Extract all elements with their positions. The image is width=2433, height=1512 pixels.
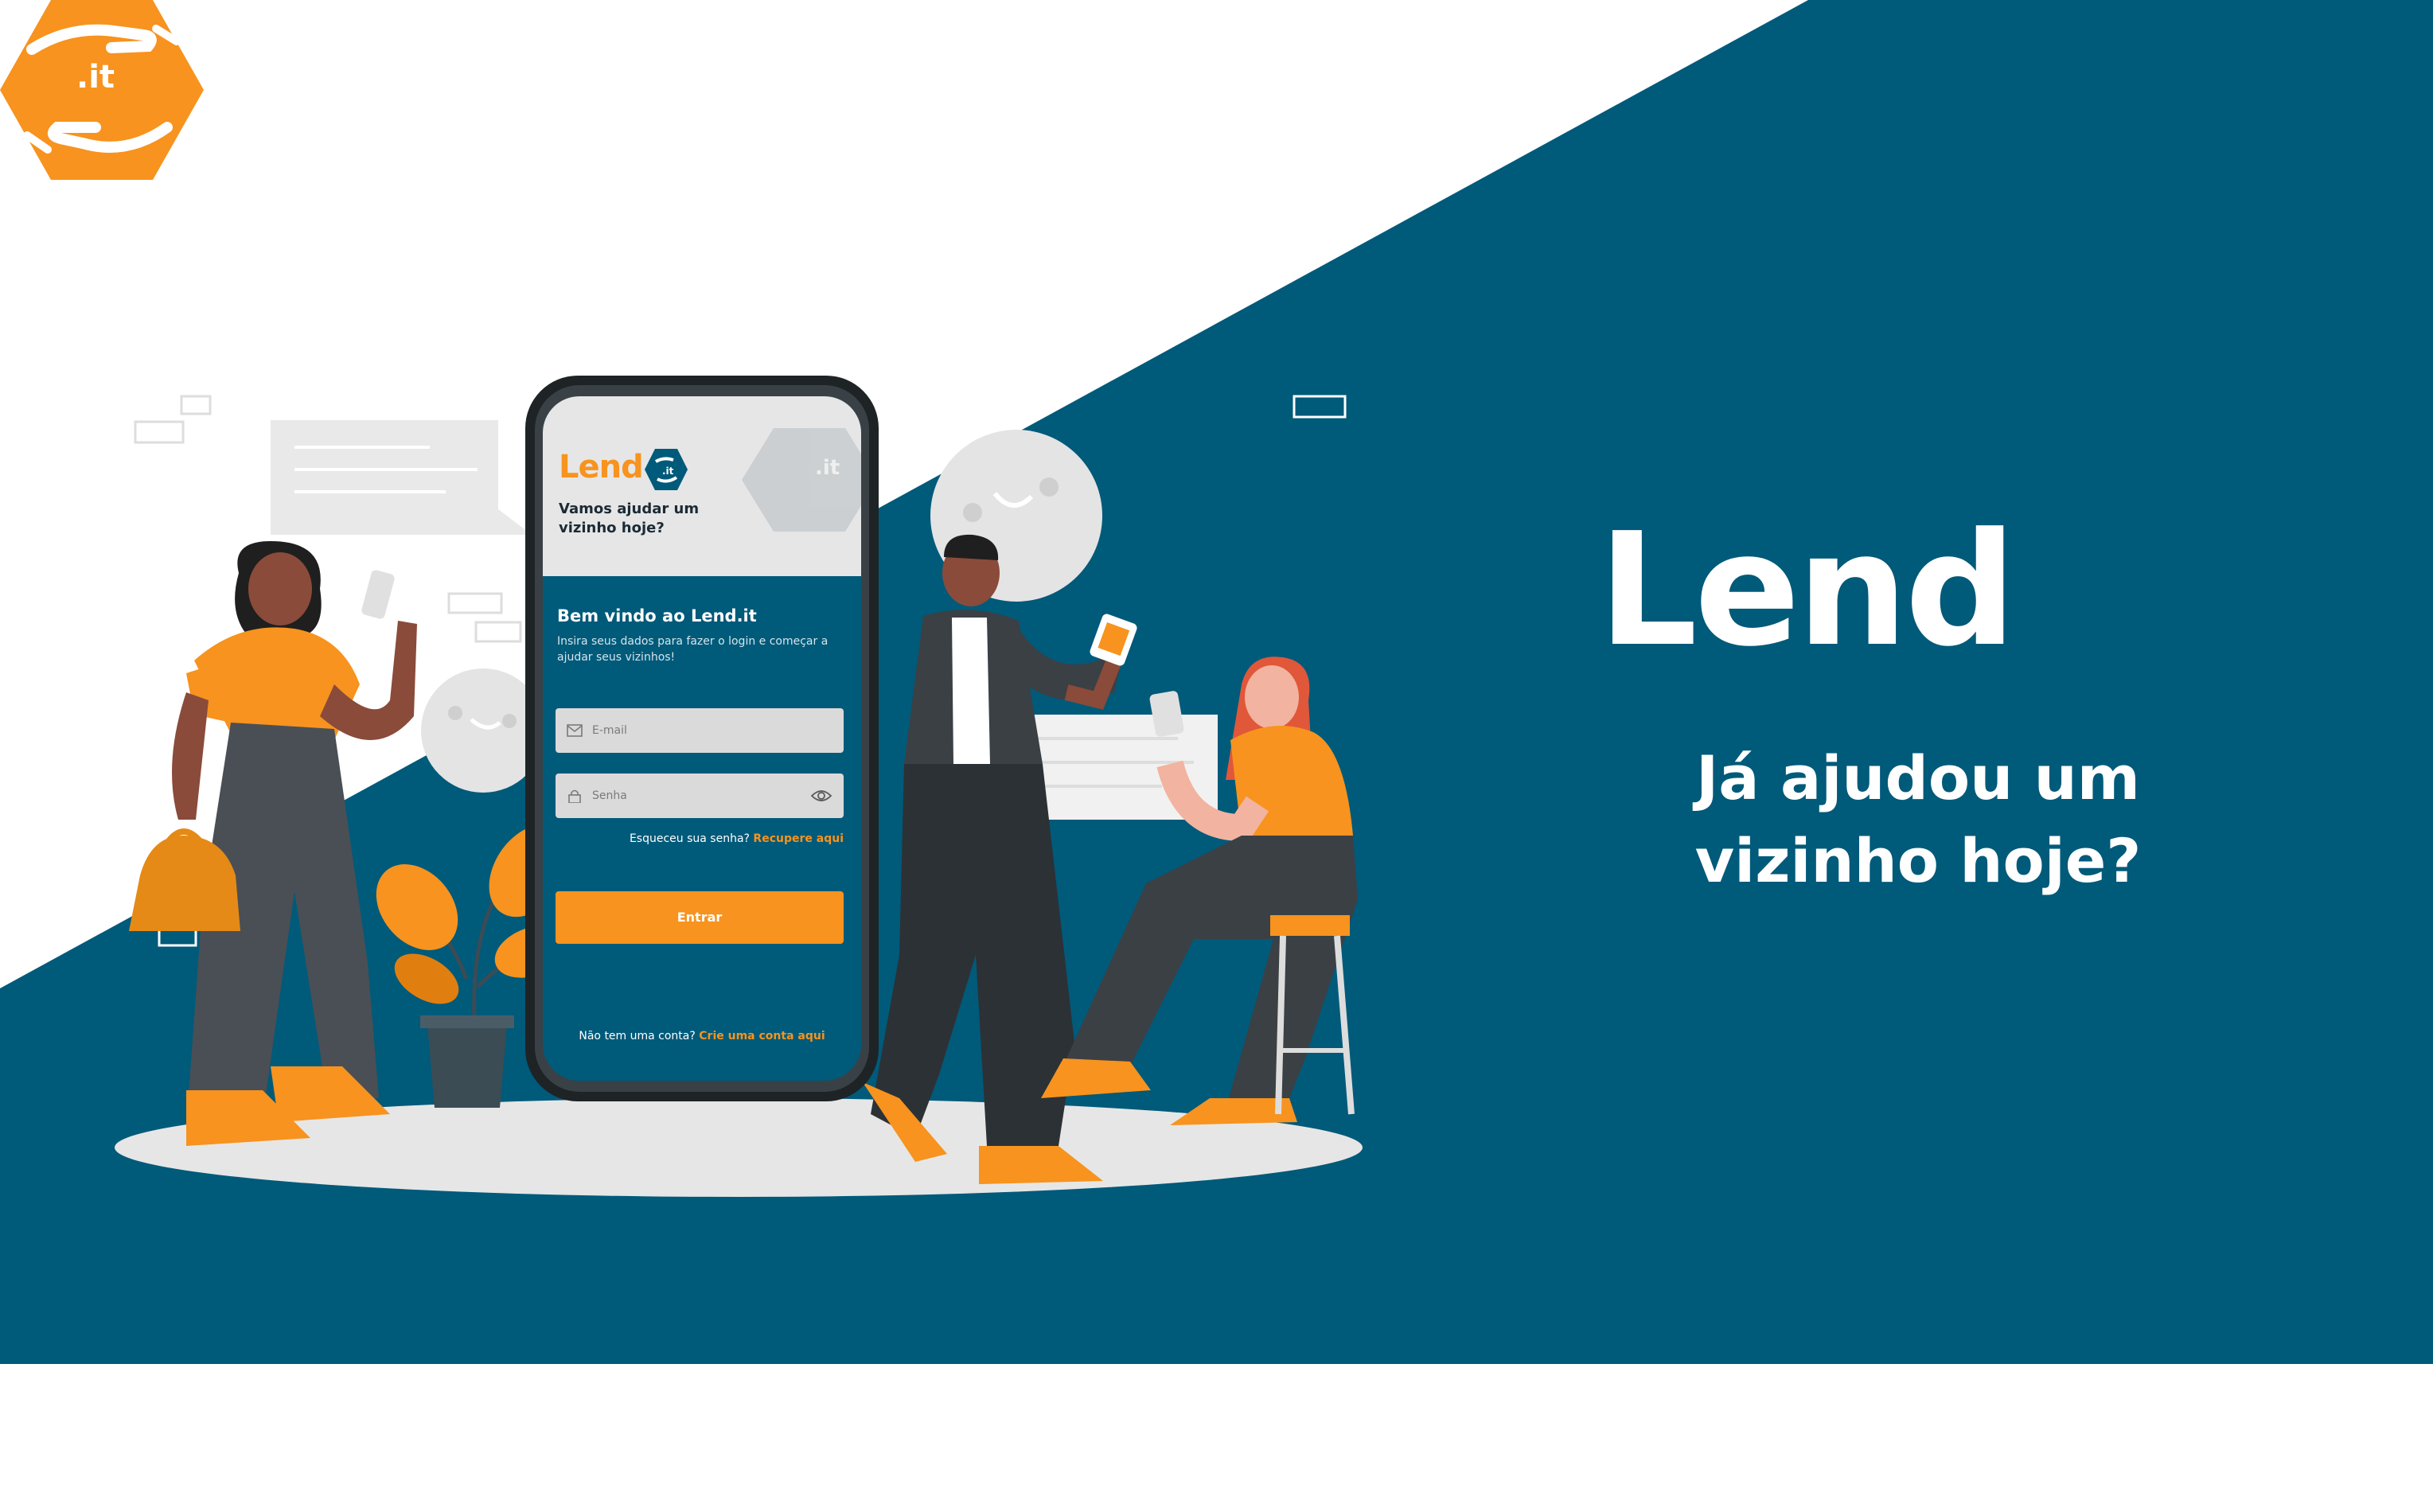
ghost-logo-icon: .it [742, 428, 861, 532]
brand-badge-text: .it [76, 59, 115, 95]
brand-tagline: Já ajudou um vizinho hoje? [1655, 737, 2181, 902]
login-button[interactable]: Entrar [556, 891, 844, 944]
recover-link[interactable]: Recupere aqui [753, 832, 844, 845]
phone-login-screen: .it Lend .it Vamos ajudar um vizinho hoj… [543, 396, 861, 1081]
eye-icon[interactable] [810, 788, 832, 804]
phone-logo-text: Lend [559, 449, 644, 485]
chat-card-left [271, 420, 532, 535]
phone-tagline: Vamos ajudar um vizinho hoje? [559, 501, 700, 536]
signup-link[interactable]: Crie uma conta aqui [699, 1030, 825, 1042]
signup-prompt: Não tem uma conta? Crie uma conta aqui [543, 1030, 861, 1042]
password-field[interactable]: Senha [556, 774, 844, 818]
lock-icon [568, 789, 581, 803]
hero-banner: .it Lend .it Vamos ajudar um vizinho hoj… [0, 0, 2433, 1512]
phone-hands-hexagon-logo-icon: .it [645, 449, 688, 490]
mail-icon [567, 724, 583, 737]
email-placeholder: E-mail [592, 724, 627, 737]
forgot-password: Esqueceu sua senha? Recupere aqui [630, 832, 844, 845]
hands-hexagon-logo-icon: .it [0, 0, 204, 180]
brand-tagline-line-2: vizinho hoje? [1694, 825, 2142, 896]
brand-tagline-line-1: Já ajudou um [1696, 742, 2140, 813]
email-field[interactable]: E-mail [556, 708, 844, 753]
brand-name: Lend [1598, 500, 2017, 681]
login-instructions: Insira seus dados para fazer o login e c… [557, 635, 829, 664]
signup-text: Não tem uma conta? [579, 1030, 696, 1042]
svg-text:.it: .it [662, 466, 674, 477]
login-card: Bem vindo ao Lend.it Insira seus dados p… [543, 576, 861, 1081]
svg-text:.it: .it [815, 456, 840, 480]
password-placeholder: Senha [592, 789, 627, 802]
welcome-title: Bem vindo ao Lend.it [557, 606, 757, 625]
forgot-text: Esqueceu sua senha? [629, 832, 750, 845]
phone-screen-header: .it Lend .it Vamos ajudar um vizinho hoj… [543, 396, 861, 576]
